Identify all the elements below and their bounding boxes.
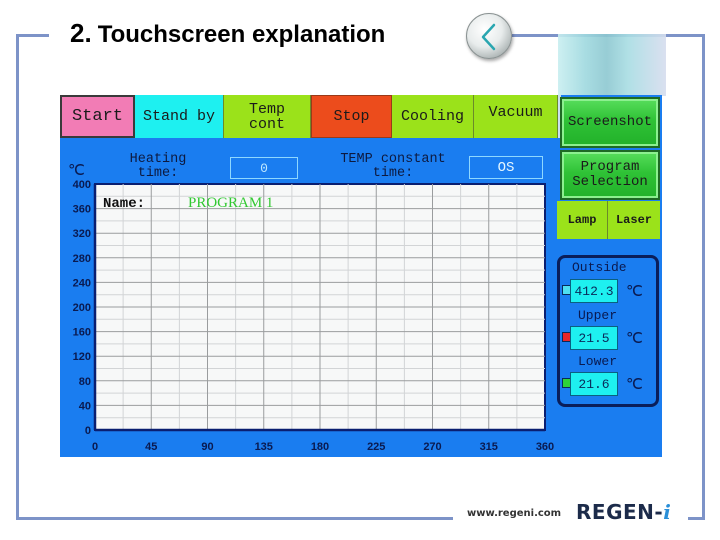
y-tick-label: 0 [85,425,91,437]
y-tick-label: 320 [73,228,91,240]
x-tick-label: 135 [255,441,273,453]
x-tick-label: 90 [201,441,213,453]
program-name-label: Name: [103,196,145,212]
frame-line-right [702,34,705,520]
frame-line-bottom-left [16,517,453,520]
y-tick-label: 280 [73,253,91,265]
lower-temp-value: 21.6 [570,372,618,396]
lower-temp-label: Lower [578,354,618,369]
x-tick-label: 315 [480,441,498,453]
y-tick-label: 160 [73,327,91,339]
lower-temp-unit: ℃ [626,377,643,393]
y-tick-label: 80 [79,376,91,388]
footer-url: www.regeni.com [467,508,562,519]
frame-line-bottom-right [688,517,705,520]
back-button[interactable] [466,13,512,59]
outside-temp-value: 412.3 [570,279,618,303]
y-tick-label: 240 [73,277,91,289]
y-tick-label: 120 [73,351,91,363]
slide-title-text: Touchscreen explanation [97,21,386,48]
decorative-background [558,34,666,96]
x-tick-label: 180 [311,441,329,453]
company-logo: REGEN-i [576,500,672,524]
x-tick-label: 270 [423,441,441,453]
chevron-left-icon [481,23,496,51]
x-tick-label: 360 [536,441,554,453]
x-tick-label: 45 [145,441,157,453]
temperature-panel: Outside 412.3 ℃ Upper 21.5 ℃ Lower 21.6 … [557,255,659,407]
frame-line-top-left [16,34,49,37]
y-tick-label: 40 [79,400,91,412]
frame-line-left [16,34,19,520]
y-tick-label: 400 [73,179,91,191]
x-tick-label: 0 [92,441,98,453]
slide-title: 2. Touchscreen explanation [70,18,385,49]
touchscreen-panel: Start Stand by Temp cont Stop Cooling Va… [60,95,662,457]
program-name-value: PROGRAM 1 [188,195,273,211]
y-tick-label: 200 [73,302,91,314]
upper-temp-label: Upper [578,308,618,323]
y-tick-label: 360 [73,204,91,216]
outside-temp-label: Outside [572,260,627,275]
slide-number: 2. [70,18,92,48]
upper-temp-unit: ℃ [626,331,643,347]
outside-temp-unit: ℃ [626,284,643,300]
x-tick-label: 225 [367,441,385,453]
upper-temp-value: 21.5 [570,326,618,350]
